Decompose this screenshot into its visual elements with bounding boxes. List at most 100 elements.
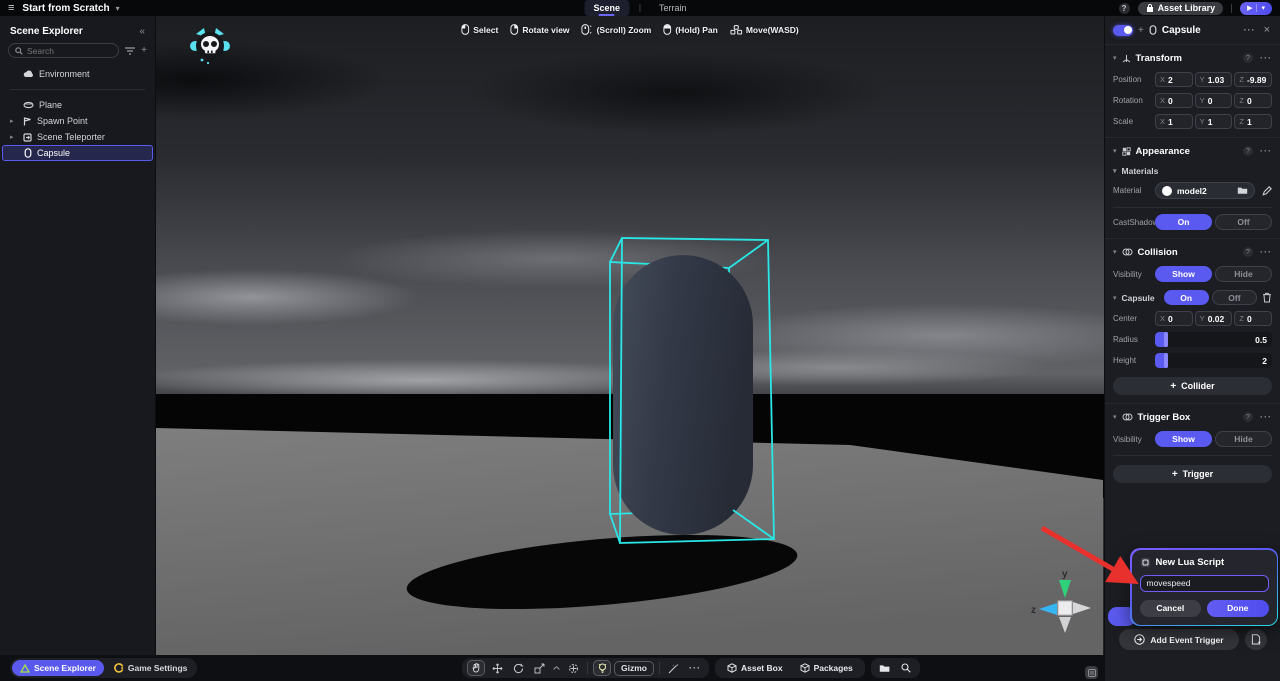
row-label: Visibility xyxy=(1113,435,1155,444)
tab-terrain[interactable]: Terrain xyxy=(650,0,696,16)
move-tool[interactable] xyxy=(488,660,506,676)
axis-neg-y-cone[interactable] xyxy=(1059,617,1071,633)
scale-y-field[interactable]: Y1 xyxy=(1195,114,1233,129)
info-icon[interactable]: ? xyxy=(1243,247,1253,257)
center-x-field[interactable]: X0 xyxy=(1155,311,1193,326)
object-enabled-toggle[interactable] xyxy=(1113,25,1133,36)
game-settings-button[interactable]: Game Settings xyxy=(106,660,196,676)
rotation-y-field[interactable]: Y0 xyxy=(1195,93,1233,108)
more-options-icon[interactable]: ··· xyxy=(1260,146,1272,156)
new-script-button[interactable] xyxy=(1245,629,1267,650)
folder-icon[interactable] xyxy=(876,660,894,676)
height-slider[interactable]: 2 xyxy=(1155,353,1272,368)
center-y-field[interactable]: Y0.02 xyxy=(1195,311,1233,326)
position-y-field[interactable]: Y1.03 xyxy=(1195,72,1233,87)
cast-shadow-off-button[interactable]: Off xyxy=(1215,214,1272,230)
trigger-show-button[interactable]: Show xyxy=(1155,431,1212,447)
chevron-down-icon[interactable]: ▾ xyxy=(1113,248,1117,256)
info-icon[interactable]: ? xyxy=(1243,412,1253,422)
info-icon[interactable]: ? xyxy=(1243,53,1253,63)
pivot-tool[interactable] xyxy=(564,660,582,676)
collider-off-button[interactable]: Off xyxy=(1212,290,1257,305)
capsule-object[interactable] xyxy=(613,255,753,535)
magic-wand-tool[interactable] xyxy=(665,660,683,676)
position-z-field[interactable]: Z-9.89 xyxy=(1234,72,1272,87)
more-options-icon[interactable]: ··· xyxy=(1244,25,1256,35)
axis-z-cone[interactable] xyxy=(1039,603,1057,615)
scale-tool-chevron[interactable] xyxy=(551,660,561,676)
axis-orientation-gizmo[interactable]: y z xyxy=(1030,565,1100,637)
gizmo-toggle-button[interactable]: Gizmo xyxy=(614,661,654,676)
delete-collider-icon[interactable] xyxy=(1262,292,1272,303)
center-z-field[interactable]: Z0 xyxy=(1234,311,1272,326)
scale-z-field[interactable]: Z1 xyxy=(1234,114,1272,129)
caret-right-icon[interactable]: ▸ xyxy=(10,133,18,141)
plane-icon xyxy=(23,101,34,109)
chevron-down-icon[interactable]: ▾ xyxy=(1113,294,1117,302)
collision-show-button[interactable]: Show xyxy=(1155,266,1212,282)
3d-viewport[interactable]: Select Rotate view (Scroll) Zoom (Hold) … xyxy=(156,16,1104,655)
axis-y-cone[interactable] xyxy=(1059,580,1071,598)
sidebar-item-environment[interactable]: Environment xyxy=(2,66,153,82)
add-event-trigger-button[interactable]: Add Event Trigger xyxy=(1119,629,1239,650)
sidebar-item-plane[interactable]: Plane xyxy=(2,97,153,113)
info-icon[interactable]: ? xyxy=(1243,146,1253,156)
add-collider-button[interactable]: + Collider xyxy=(1113,377,1272,395)
more-options-icon[interactable]: ··· xyxy=(1260,247,1272,257)
rotation-x-field[interactable]: X0 xyxy=(1155,93,1193,108)
sidebar-item-spawn-point[interactable]: ▸ Spawn Point xyxy=(2,113,153,129)
cast-shadow-on-button[interactable]: On xyxy=(1155,214,1212,230)
add-object-button[interactable]: + xyxy=(141,45,147,56)
more-options-icon[interactable]: ··· xyxy=(1260,53,1272,63)
axis-center-cube[interactable] xyxy=(1058,601,1072,615)
asset-box-button[interactable]: Asset Box xyxy=(720,658,790,678)
caret-right-icon[interactable]: ▸ xyxy=(10,117,18,125)
rotate-tool[interactable] xyxy=(509,660,527,676)
light-tool[interactable] xyxy=(593,660,611,676)
toolbar-more-options[interactable]: ··· xyxy=(686,660,704,676)
rotation-z-field[interactable]: Z0 xyxy=(1234,93,1272,108)
scale-tool[interactable] xyxy=(530,660,548,676)
chevron-down-icon[interactable]: ▾ xyxy=(1261,4,1265,12)
material-picker[interactable]: model2 xyxy=(1155,182,1255,199)
chevron-down-icon[interactable]: ▾ xyxy=(1113,147,1117,155)
sidebar-item-capsule[interactable]: Capsule xyxy=(2,145,153,161)
sidebar-item-scene-teleporter[interactable]: ▸ Scene Teleporter xyxy=(2,129,153,145)
add-trigger-button[interactable]: + Trigger xyxy=(1113,465,1272,483)
chevron-down-icon[interactable]: ▾ xyxy=(1113,413,1117,421)
asset-library-button[interactable]: Asset Library xyxy=(1138,2,1224,15)
pan-hand-tool[interactable] xyxy=(467,660,485,676)
scene-explorer-toggle-button[interactable]: Scene Explorer xyxy=(12,660,104,676)
project-menu[interactable]: Start from Scratch xyxy=(22,3,109,14)
more-options-icon[interactable]: ··· xyxy=(1260,412,1272,422)
cancel-button[interactable]: Cancel xyxy=(1140,600,1202,617)
help-icon[interactable]: ? xyxy=(1119,3,1130,14)
packages-button[interactable]: Packages xyxy=(793,658,860,678)
add-component-button[interactable]: + xyxy=(1138,25,1144,36)
scale-x-field[interactable]: X1 xyxy=(1155,114,1193,129)
scale-row: Scale X1 Y1 Z1 xyxy=(1113,114,1272,129)
chevron-down-icon[interactable]: ▾ xyxy=(1113,167,1117,175)
play-button[interactable]: ▶ ▾ xyxy=(1240,2,1272,15)
close-icon[interactable]: × xyxy=(1264,24,1270,36)
axis-x-cone[interactable] xyxy=(1073,602,1091,614)
filter-icon[interactable] xyxy=(125,47,135,55)
collision-hide-button[interactable]: Hide xyxy=(1215,266,1272,282)
script-name-input[interactable] xyxy=(1140,575,1269,592)
collapse-panel-icon[interactable]: « xyxy=(139,26,145,37)
grid-snap-icon[interactable] xyxy=(1085,666,1098,679)
trigger-hide-button[interactable]: Hide xyxy=(1215,431,1272,447)
search-input[interactable] xyxy=(27,46,112,56)
radius-slider[interactable]: 0.5 xyxy=(1155,332,1272,347)
collider-on-button[interactable]: On xyxy=(1164,290,1209,305)
chevron-down-icon[interactable]: ▾ xyxy=(1113,54,1117,62)
section-title: Trigger Box xyxy=(1138,412,1191,423)
edit-material-icon[interactable] xyxy=(1262,186,1272,196)
done-button[interactable]: Done xyxy=(1207,600,1269,617)
position-x-field[interactable]: X2 xyxy=(1155,72,1193,87)
tab-scene[interactable]: Scene xyxy=(584,0,629,16)
hint-label: Select xyxy=(473,25,498,35)
hamburger-menu-icon[interactable]: ≡ xyxy=(8,2,14,14)
search-icon[interactable] xyxy=(897,660,915,676)
folder-icon[interactable] xyxy=(1237,186,1248,195)
